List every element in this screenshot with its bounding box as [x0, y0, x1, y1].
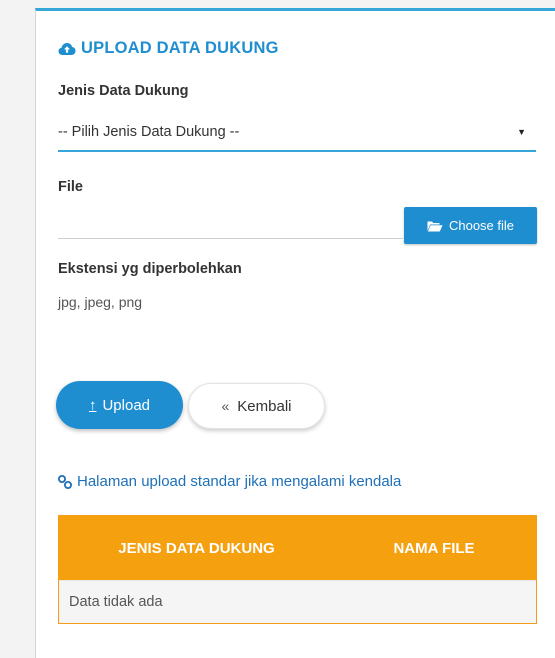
choose-file-label: Choose file	[448, 218, 515, 233]
back-button[interactable]: « Kembali	[188, 383, 325, 429]
back-button-label: Kembali	[237, 397, 292, 415]
card-title: UPLOAD DATA DUKUNG	[58, 39, 279, 58]
upload-arrow-icon: ↑	[88, 396, 97, 414]
extension-values: jpg, jpeg, png	[58, 294, 143, 310]
table-header: JENIS DATA DUKUNG NAMA FILE	[59, 516, 536, 580]
double-chevron-left-icon: «	[221, 398, 230, 414]
file-label: File	[58, 179, 83, 195]
dropdown-caret-icon: ▼	[517, 127, 526, 137]
upload-card: UPLOAD DATA DUKUNG Jenis Data Dukung -- …	[35, 8, 555, 658]
jenis-data-select[interactable]: -- Pilih Jenis Data Dukung -- ▼	[58, 114, 536, 152]
folder-open-icon	[427, 220, 443, 232]
column-header-jenis: JENIS DATA DUKUNG	[118, 539, 275, 557]
card-title-text: UPLOAD DATA DUKUNG	[81, 39, 279, 57]
column-header-nama-file: NAMA FILE	[393, 539, 475, 557]
link-icon	[58, 474, 72, 489]
standard-upload-link-text: Halaman upload standar jika mengalami ke…	[77, 473, 402, 490]
data-dukung-table: JENIS DATA DUKUNG NAMA FILE Data tidak a…	[58, 515, 537, 624]
table-row-empty: Data tidak ada	[59, 580, 536, 623]
upload-button-label: Upload	[102, 396, 151, 414]
extension-label: Ekstensi yg diperbolehkan	[58, 261, 242, 277]
cloud-upload-icon	[58, 42, 76, 56]
standard-upload-link[interactable]: Halaman upload standar jika mengalami ke…	[58, 473, 401, 490]
jenis-data-label: Jenis Data Dukung	[58, 83, 189, 99]
upload-button[interactable]: ↑ Upload	[56, 381, 183, 429]
jenis-data-selected: -- Pilih Jenis Data Dukung --	[58, 124, 240, 140]
file-path-input[interactable]	[58, 238, 403, 239]
choose-file-button[interactable]: Choose file	[404, 207, 537, 244]
